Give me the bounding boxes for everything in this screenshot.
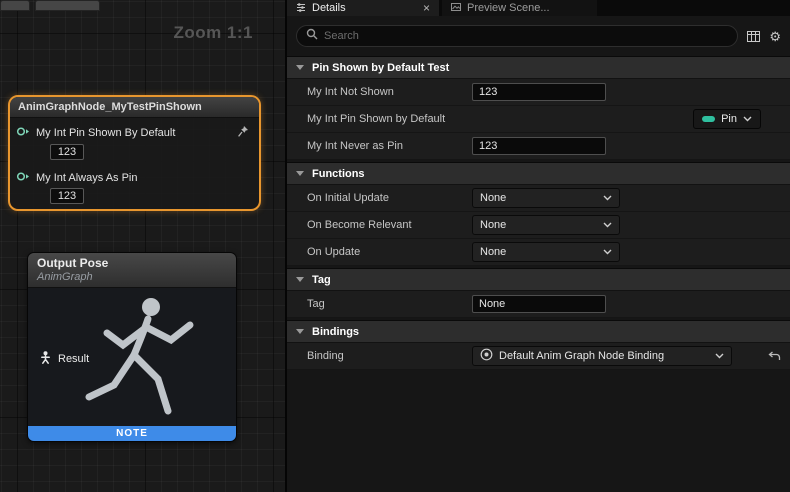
- tab-preview-scene[interactable]: Preview Scene...: [442, 0, 597, 16]
- chevron-down-icon: [603, 246, 612, 258]
- node-animgraphnode-mytestpinshown[interactable]: AnimGraphNode_MyTestPinShown My Int Pin …: [8, 95, 261, 211]
- details-panel: Details × Preview Scene... ⚙: [285, 0, 790, 492]
- section-pin-shown-by-default-test[interactable]: Pin Shown by Default Test: [287, 56, 790, 79]
- property-row-on-update: On Update None: [287, 239, 790, 266]
- pin-row: My Int Always As Pin: [10, 160, 259, 185]
- property-label: On Initial Update: [287, 192, 472, 204]
- note-bar: NOTE: [28, 426, 236, 441]
- property-row-tag: Tag: [287, 291, 790, 318]
- property-row-my-int-never-as-pin: My Int Never as Pin: [287, 133, 790, 160]
- pin-row: My Int Pin Shown By Default: [10, 118, 259, 141]
- dropdown-value: Default Anim Graph Node Binding: [499, 350, 709, 362]
- search-box[interactable]: [296, 25, 738, 47]
- on-initial-update-dropdown[interactable]: None: [472, 188, 620, 208]
- tab-label: Details: [312, 2, 346, 14]
- binding-circle-icon: [480, 348, 493, 364]
- pin-label: My Int Always As Pin: [36, 172, 137, 184]
- pin-value-field[interactable]: 123: [50, 188, 84, 204]
- property-label: On Update: [287, 246, 472, 258]
- pin-button-label: Pin: [721, 113, 737, 125]
- property-row-binding: Binding Default Anim Graph Node Binding: [287, 343, 790, 370]
- section-title: Functions: [312, 168, 365, 180]
- on-update-dropdown[interactable]: None: [472, 242, 620, 262]
- chevron-down-icon: [603, 192, 612, 204]
- node-title[interactable]: AnimGraphNode_MyTestPinShown: [10, 97, 259, 118]
- chevron-down-icon: [296, 65, 304, 70]
- section-functions[interactable]: Functions: [287, 162, 790, 185]
- chevron-down-icon: [296, 277, 304, 282]
- chevron-down-icon: [715, 350, 724, 362]
- unreal-editor-window: Zoom 1:1 AnimGraphNode_MyTestPinShown My…: [0, 0, 790, 492]
- settings-gear-icon[interactable]: ⚙: [769, 30, 781, 43]
- my-int-never-as-pin-field[interactable]: [472, 137, 606, 155]
- display-filter-grid-icon[interactable]: [747, 31, 760, 42]
- details-tab-icon: [296, 2, 306, 15]
- tab-label: Preview Scene...: [467, 2, 550, 14]
- property-label: My Int Not Shown: [287, 86, 472, 98]
- dropdown-value: None: [480, 192, 597, 204]
- property-row-on-become-relevant: On Become Relevant None: [287, 212, 790, 239]
- property-label: Tag: [287, 298, 472, 310]
- search-input[interactable]: [324, 30, 728, 42]
- result-pin-label: Result: [58, 353, 89, 365]
- section-title: Tag: [312, 274, 331, 286]
- property-row-my-int-pin-shown-by-default: My Int Pin Shown by Default Pin: [287, 106, 790, 133]
- int-pin-icon[interactable]: [16, 126, 30, 140]
- property-label: My Int Pin Shown by Default: [287, 113, 472, 125]
- section-bindings[interactable]: Bindings: [287, 320, 790, 343]
- pin-thumbtack-icon[interactable]: [237, 125, 249, 141]
- property-row-my-int-not-shown: My Int Not Shown: [287, 79, 790, 106]
- node-output-pose[interactable]: Output Pose AnimGraph: [27, 252, 237, 442]
- pose-person-icon[interactable]: [40, 351, 51, 367]
- node-title: Output Pose: [37, 256, 227, 270]
- property-row-on-initial-update: On Initial Update None: [287, 185, 790, 212]
- dropdown-value: None: [480, 246, 597, 258]
- preview-scene-tab-icon: [451, 2, 461, 15]
- property-label: Binding: [287, 350, 472, 362]
- chevron-down-icon: [296, 171, 304, 176]
- my-int-not-shown-field[interactable]: [472, 83, 606, 101]
- node-subtitle: AnimGraph: [37, 271, 227, 283]
- details-toolbar: ⚙: [287, 16, 790, 56]
- int-pin-icon[interactable]: [16, 171, 30, 185]
- result-pin-row: Result: [40, 351, 89, 367]
- section-tag[interactable]: Tag: [287, 268, 790, 291]
- anim-graph-canvas[interactable]: Zoom 1:1 AnimGraphNode_MyTestPinShown My…: [0, 0, 285, 492]
- on-become-relevant-dropdown[interactable]: None: [472, 215, 620, 235]
- close-icon[interactable]: ×: [423, 2, 430, 14]
- node-output-header[interactable]: Output Pose AnimGraph: [28, 253, 236, 288]
- section-title: Bindings: [312, 326, 359, 338]
- chevron-down-icon: [603, 219, 612, 231]
- pin-pill-icon: [702, 116, 715, 122]
- search-icon: [306, 27, 318, 45]
- dropdown-value: None: [480, 219, 597, 231]
- tag-field[interactable]: [472, 295, 606, 313]
- panel-tab-bar: Details × Preview Scene...: [287, 0, 790, 16]
- zoom-level-label: Zoom 1:1: [173, 23, 253, 43]
- reset-to-default-icon[interactable]: [768, 351, 781, 362]
- chevron-down-icon: [743, 113, 752, 125]
- property-label: On Become Relevant: [287, 219, 472, 231]
- pin-visibility-dropdown[interactable]: Pin: [693, 109, 761, 129]
- partial-node-stub: [0, 0, 30, 11]
- section-title: Pin Shown by Default Test: [312, 62, 449, 74]
- property-label: My Int Never as Pin: [287, 140, 472, 152]
- binding-dropdown[interactable]: Default Anim Graph Node Binding: [472, 346, 732, 366]
- pin-label: My Int Pin Shown By Default: [36, 127, 175, 139]
- pin-value-field[interactable]: 123: [50, 144, 84, 160]
- partial-node-stub: [35, 0, 100, 11]
- chevron-down-icon: [296, 329, 304, 334]
- tab-details[interactable]: Details ×: [287, 0, 439, 16]
